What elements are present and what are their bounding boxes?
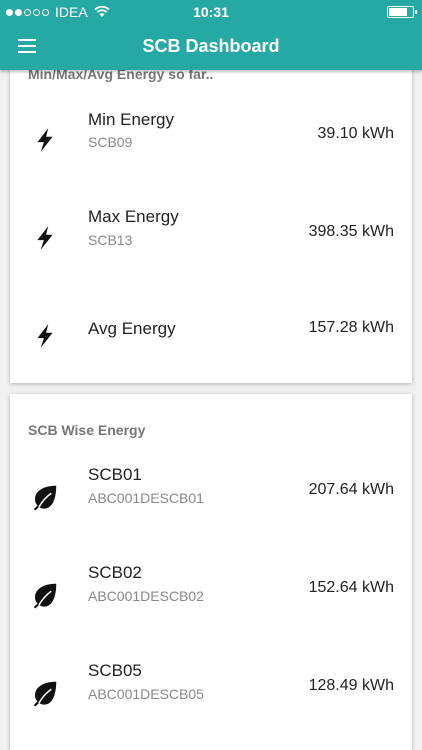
item-title: SCB01 xyxy=(88,465,142,484)
content-scroll[interactable]: Min/Max/Avg Energy so far.. Min Energy S… xyxy=(0,70,422,750)
lightning-bolt-icon xyxy=(37,128,53,152)
list-item-scb02[interactable]: SCB02 ABC001DESCB02 152.64 kWh xyxy=(10,542,412,640)
leaf-icon xyxy=(33,681,57,707)
item-value: 39.10 kWh xyxy=(317,125,394,142)
summary-card: Min/Max/Avg Energy so far.. Min Energy S… xyxy=(10,70,412,383)
item-subtitle: ABC001DESCB01 xyxy=(88,490,204,506)
item-title: SCB05 xyxy=(88,661,142,680)
list-item-max-energy[interactable]: Max Energy SCB13 398.35 kWh xyxy=(10,186,412,284)
leaf-icon xyxy=(33,583,57,609)
summary-card-heading: Min/Max/Avg Energy so far.. xyxy=(28,70,214,82)
leaf-icon xyxy=(33,485,57,511)
scb-wise-card: SCB Wise Energy SCB01 ABC001DESCB01 207.… xyxy=(10,394,412,750)
item-subtitle: ABC001DESCB02 xyxy=(88,588,204,604)
app-bar: SCB Dashboard xyxy=(0,24,422,70)
lightning-bolt-icon xyxy=(37,226,53,250)
clock: 10:31 xyxy=(193,4,229,20)
battery-icon xyxy=(387,6,417,18)
page-title: SCB Dashboard xyxy=(142,36,280,56)
list-item-scb05[interactable]: SCB05 ABC001DESCB05 128.49 kWh xyxy=(10,640,412,738)
item-value: 128.49 kWh xyxy=(308,677,394,694)
item-value: 398.35 kWh xyxy=(308,223,394,240)
list-item-avg-energy[interactable]: Avg Energy 157.28 kWh xyxy=(10,284,412,382)
item-value: 207.64 kWh xyxy=(308,481,394,498)
status-bar: IDEA 10:31 xyxy=(0,0,422,24)
scb-wise-card-heading: SCB Wise Energy xyxy=(28,422,146,438)
lightning-bolt-icon xyxy=(37,324,53,348)
item-title: Avg Energy xyxy=(88,319,176,338)
item-title: SCB02 xyxy=(88,563,142,582)
item-subtitle: SCB13 xyxy=(88,232,133,248)
item-title: Max Energy xyxy=(88,207,179,226)
list-item-min-energy[interactable]: Min Energy SCB09 39.10 kWh xyxy=(10,88,412,186)
item-value: 152.64 kWh xyxy=(308,579,394,596)
item-subtitle: SCB09 xyxy=(88,134,133,150)
list-item-scb01[interactable]: SCB01 ABC001DESCB01 207.64 kWh xyxy=(10,444,412,542)
item-value: 157.28 kWh xyxy=(308,319,394,336)
item-title: Min Energy xyxy=(88,110,174,129)
item-subtitle: ABC001DESCB05 xyxy=(88,686,204,702)
